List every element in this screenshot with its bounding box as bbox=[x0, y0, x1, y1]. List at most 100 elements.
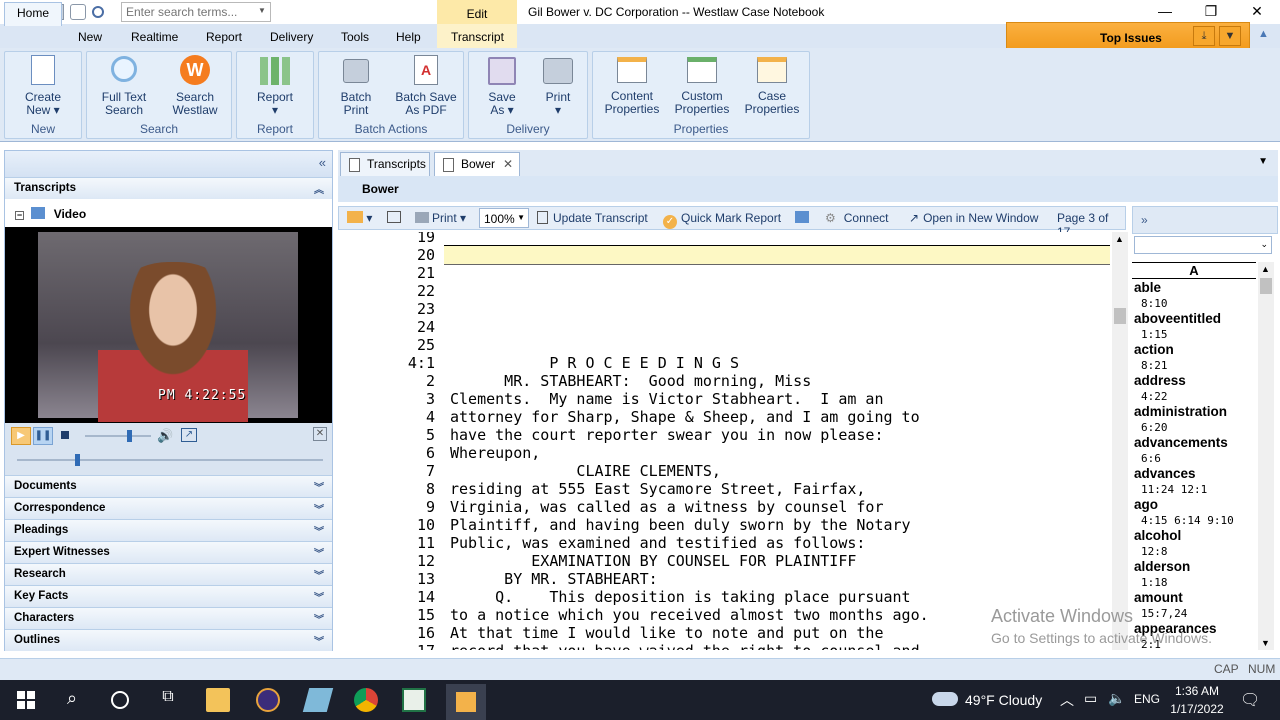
download-icon[interactable]: ⤓ bbox=[1193, 26, 1215, 46]
language-indicator[interactable]: ENG bbox=[1134, 692, 1160, 706]
tree-collapse-icon[interactable]: − bbox=[15, 211, 24, 220]
tray-expand-icon[interactable]: ︿ bbox=[1060, 690, 1074, 710]
index-filter-select[interactable]: ⌄ bbox=[1134, 236, 1272, 254]
chevron-down-icon[interactable]: ︾ bbox=[314, 479, 324, 494]
transcript-line[interactable]: 21 bbox=[340, 264, 1112, 282]
transcript-line[interactable]: 12 EXAMINATION BY COUNSEL FOR PLAINTIFF bbox=[340, 552, 1112, 570]
connect-button[interactable]: ⚙ Connect bbox=[825, 211, 888, 225]
transcript-line[interactable]: 11 Public, was examined and testified as … bbox=[340, 534, 1112, 552]
index-reference[interactable]: 4:22 bbox=[1141, 390, 1168, 403]
section-correspondence[interactable]: Correspondence ︾ bbox=[5, 497, 332, 519]
tab-transcripts[interactable]: Transcripts bbox=[340, 152, 430, 176]
maximize-button[interactable]: ❐ bbox=[1188, 0, 1234, 24]
context-tab-edit[interactable]: Edit bbox=[437, 0, 517, 24]
section-outlines[interactable]: Outlines ︾ bbox=[5, 629, 332, 651]
section-key-facts[interactable]: Key Facts ︾ bbox=[5, 585, 332, 607]
index-word[interactable]: action bbox=[1134, 342, 1174, 357]
tab-home[interactable]: Home bbox=[4, 2, 62, 26]
clock-time[interactable]: 1:36 AM bbox=[1172, 684, 1222, 698]
index-word[interactable]: ago bbox=[1134, 497, 1158, 512]
chevron-down-icon[interactable]: ︾ bbox=[314, 501, 324, 516]
close-button[interactable]: ✕ bbox=[1234, 0, 1280, 24]
video-node[interactable]: − Video bbox=[5, 201, 332, 225]
chevron-down-icon[interactable]: ▼ bbox=[1219, 26, 1241, 46]
section-transcripts[interactable]: Transcripts ︽ bbox=[5, 177, 332, 199]
speaker-icon[interactable]: 🔊 bbox=[157, 428, 173, 444]
scroll-thumb[interactable] bbox=[1114, 308, 1126, 324]
video-player[interactable]: PM 4:22:55 bbox=[5, 227, 332, 423]
windows-start-icon[interactable] bbox=[14, 688, 38, 712]
index-word[interactable]: able bbox=[1134, 280, 1161, 295]
index-word[interactable]: administration bbox=[1134, 404, 1227, 419]
transcript-line[interactable]: 23 bbox=[340, 300, 1112, 318]
transcript-line[interactable]: 4:1 P R O C E E D I N G S bbox=[340, 354, 1112, 372]
cortana-icon[interactable] bbox=[108, 688, 132, 712]
batch-save-pdf-button[interactable]: A Batch Save As PDF bbox=[393, 52, 459, 117]
section-pleadings[interactable]: Pleadings ︾ bbox=[5, 519, 332, 541]
index-reference[interactable]: 4:15 6:14 9:10 bbox=[1141, 514, 1234, 527]
content-properties-button[interactable]: Content Properties bbox=[601, 52, 663, 116]
transcript-line[interactable]: 25 bbox=[340, 336, 1112, 354]
eclipse-icon[interactable] bbox=[256, 688, 280, 712]
index-word[interactable]: advancements bbox=[1134, 435, 1228, 450]
app-icon[interactable] bbox=[302, 688, 334, 712]
tab-list-dropdown-icon[interactable]: ▼ bbox=[1258, 156, 1268, 167]
index-word[interactable]: alderson bbox=[1134, 559, 1190, 574]
chevron-down-icon[interactable]: ︾ bbox=[314, 589, 324, 604]
search-dropdown-icon[interactable]: ▼ bbox=[258, 6, 266, 15]
index-reference[interactable]: 11:24 12:1 bbox=[1141, 483, 1207, 496]
chevron-down-icon[interactable]: ︾ bbox=[314, 545, 324, 560]
scroll-up-icon[interactable]: ▲ bbox=[1261, 264, 1270, 274]
chevron-down-icon[interactable]: ︾ bbox=[314, 567, 324, 582]
batch-print-button[interactable]: Batch Print bbox=[329, 52, 383, 117]
print-button[interactable]: Print ▾ bbox=[535, 52, 581, 117]
tab-transcript[interactable]: Transcript bbox=[451, 30, 504, 44]
transcript-line[interactable]: 4 attorney for Sharp, Shape & Sheep, and … bbox=[340, 408, 1112, 426]
volume-slider[interactable] bbox=[85, 430, 151, 442]
save-as-button[interactable]: Save As ▾ bbox=[479, 52, 525, 117]
top-issues-bar[interactable]: Top Issues ⤓ ▼ bbox=[1006, 22, 1250, 50]
transcript-line[interactable]: 20 bbox=[340, 246, 1112, 264]
chevron-down-icon[interactable]: ︾ bbox=[314, 611, 324, 626]
collapse-ribbon-icon[interactable]: ▲ bbox=[1258, 28, 1269, 40]
transcript-line[interactable]: 19 bbox=[340, 232, 1112, 246]
index-reference[interactable]: 12:8 bbox=[1141, 545, 1168, 558]
seek-slider[interactable] bbox=[17, 454, 323, 466]
close-tab-icon[interactable]: ✕ bbox=[503, 157, 513, 171]
update-transcript-button[interactable]: Update Transcript bbox=[537, 211, 648, 225]
tab-new[interactable]: New bbox=[78, 30, 102, 44]
task-view-icon[interactable]: ⧉ bbox=[156, 688, 180, 712]
chrome-icon[interactable] bbox=[354, 688, 378, 712]
report-button[interactable]: Report ▾ bbox=[245, 52, 305, 117]
tab-bower[interactable]: Bower ✕ bbox=[434, 152, 520, 176]
transcript-line[interactable]: 7 CLAIRE CLEMENTS, bbox=[340, 462, 1112, 480]
collapse-panel-icon[interactable]: « bbox=[319, 155, 326, 170]
case-properties-button[interactable]: Case Properties bbox=[741, 52, 803, 116]
index-reference[interactable]: 15:7,24 bbox=[1141, 607, 1187, 620]
transcript-line[interactable]: 8 residing at 555 East Sycamore Street, F… bbox=[340, 480, 1112, 498]
index-reference[interactable]: 1:15 bbox=[1141, 328, 1168, 341]
tab-help[interactable]: Help bbox=[396, 30, 421, 44]
open-new-window-button[interactable]: ↗ Open in New Window bbox=[909, 211, 1038, 225]
toolbar-print-button[interactable]: Print ▾ bbox=[415, 211, 466, 225]
chevron-up-icon[interactable]: ︽ bbox=[314, 181, 324, 196]
section-expert-witnesses[interactable]: Expert Witnesses ︾ bbox=[5, 541, 332, 563]
transcript-scrollbar[interactable]: ▲ bbox=[1112, 232, 1128, 650]
transcript-line[interactable]: 9 Virginia, was called as a witness by co… bbox=[340, 498, 1112, 516]
chevron-down-icon[interactable]: ︾ bbox=[314, 633, 324, 648]
video-toggle-icon[interactable] bbox=[795, 211, 809, 225]
index-reference[interactable]: 8:10 bbox=[1141, 297, 1168, 310]
index-reference[interactable]: 8:21 bbox=[1141, 359, 1168, 372]
play-button[interactable]: ▶ bbox=[11, 427, 31, 445]
close-video-icon[interactable]: ✕ bbox=[313, 427, 327, 441]
transcript-view[interactable]: 19 20 21 22 23 24 25 4:1 P R O C E E D I N G S2… bbox=[340, 232, 1112, 650]
quick-mark-report-button[interactable]: ✓ Quick Mark Report bbox=[663, 211, 781, 229]
minimize-button[interactable]: — bbox=[1142, 0, 1188, 24]
volume-icon[interactable]: 🔈 bbox=[1108, 690, 1125, 707]
tab-tools[interactable]: Tools bbox=[341, 30, 369, 44]
notifications-icon[interactable]: 🗨 bbox=[1240, 690, 1260, 710]
section-research[interactable]: Research ︾ bbox=[5, 563, 332, 585]
case-notebook-taskbar-button[interactable] bbox=[446, 684, 486, 720]
transcript-line[interactable]: 6 Whereupon, bbox=[340, 444, 1112, 462]
weather-text[interactable]: 49°F Cloudy bbox=[965, 692, 1042, 708]
